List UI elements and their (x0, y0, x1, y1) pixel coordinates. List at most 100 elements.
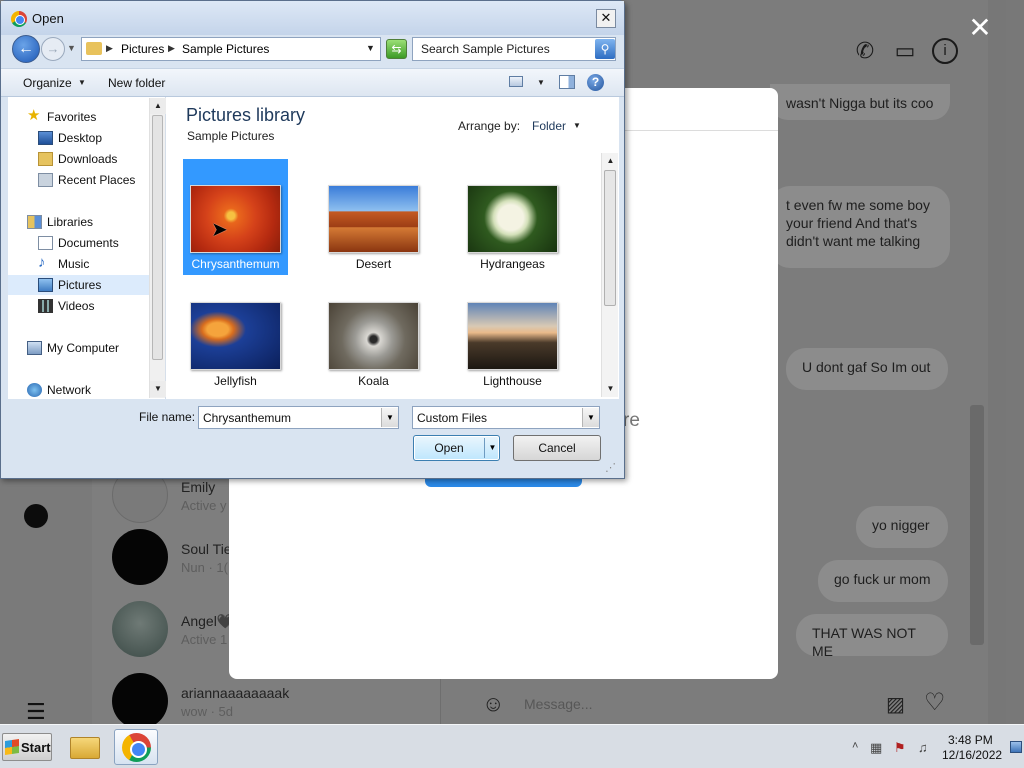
chevron-down-icon[interactable]: ▼ (486, 436, 499, 460)
breadcrumb-pictures[interactable]: Pictures (121, 42, 164, 56)
nav-scroll-thumb[interactable] (152, 115, 163, 360)
nav-item-videos[interactable]: Videos (38, 296, 148, 316)
start-button[interactable]: Start (2, 733, 52, 761)
resize-grip-icon[interactable]: ⋰ (605, 461, 619, 475)
image-upload-icon[interactable]: ▨ (886, 692, 905, 717)
message-bubble: go fuck ur mom (818, 560, 948, 602)
scroll-up-icon[interactable]: ▲ (150, 98, 166, 114)
heart-icon[interactable]: ♡ (924, 688, 946, 717)
nav-label: Desktop (58, 131, 103, 145)
info-icon[interactable]: i (932, 38, 958, 64)
chat-scrollbar[interactable] (988, 0, 1006, 724)
phone-icon[interactable]: ✆ (852, 38, 878, 64)
breadcrumb-sample-pictures[interactable]: Sample Pictures (182, 42, 269, 56)
nav-item-my-computer[interactable]: My Computer (27, 338, 147, 358)
nav-item-pictures[interactable]: Pictures (8, 275, 149, 295)
message-input[interactable]: Message... (524, 696, 592, 712)
file-thumbnail-chrysanthemum[interactable]: Chrysanthemum (183, 159, 288, 275)
recent-locations-dropdown[interactable]: ▼ (67, 43, 76, 53)
close-button[interactable]: ✕ (596, 9, 616, 28)
music-note-icon: ♪ (38, 254, 46, 271)
file-thumbnail-koala[interactable]: Koala (321, 276, 426, 392)
chevron-down-icon[interactable]: ▼ (573, 121, 581, 130)
file-thumbnail-jellyfish[interactable]: Jellyfish (183, 276, 288, 392)
windows-flag-icon (5, 739, 19, 755)
taskbar-chrome[interactable] (114, 729, 158, 765)
mouse-cursor-icon: ➤ (211, 219, 228, 241)
arrange-by-dropdown[interactable]: Folder (532, 119, 566, 133)
show-desktop-icon[interactable] (1010, 741, 1022, 753)
message-bubble: THAT WAS NOT ME (796, 614, 948, 659)
nav-item-libraries[interactable]: Libraries (27, 212, 147, 232)
search-input[interactable]: Search Sample Pictures ⚲ (412, 37, 616, 61)
nav-scrollbar[interactable]: ▲ ▼ (149, 98, 166, 398)
forward-arrow-icon[interactable]: → (41, 37, 65, 61)
star-icon: ★ (27, 107, 41, 124)
file-thumbnail-lighthouse[interactable]: Lighthouse (460, 276, 565, 392)
back-arrow-icon[interactable]: ← (12, 35, 40, 63)
show-hidden-icons-icon[interactable]: ˄ (852, 740, 858, 752)
chat-scroll-thumb[interactable] (970, 405, 984, 645)
dialog-titlebar[interactable]: Open ✕ (1, 1, 624, 35)
modal-primary-button[interactable] (425, 478, 582, 487)
file-type-value: Custom Files (417, 411, 488, 425)
address-bar[interactable]: ▶ Pictures ▶ Sample Pictures ▼ (81, 37, 381, 61)
nav-item-music[interactable]: ♪ Music (38, 254, 148, 274)
file-name: Jellyfish (214, 374, 257, 388)
chevron-down-icon[interactable]: ▼ (582, 408, 599, 427)
scroll-down-icon[interactable]: ▼ (602, 381, 619, 397)
file-name: Chrysanthemum (191, 257, 280, 271)
profile-icon[interactable] (24, 504, 48, 528)
navigation-pane: ★ Favorites Desktop Downloads Recent Pla… (8, 97, 166, 399)
chevron-down-icon[interactable]: ▼ (537, 78, 545, 87)
volume-icon[interactable]: ♫ (918, 740, 928, 755)
emoji-icon[interactable]: ☺ (482, 691, 504, 717)
file-thumbnail-desert[interactable]: Desert (321, 159, 426, 275)
new-folder-button[interactable]: New folder (108, 76, 165, 90)
scroll-up-icon[interactable]: ▲ (602, 153, 619, 169)
action-center-icon[interactable]: ⚑ (894, 740, 906, 756)
address-dropdown-icon[interactable]: ▼ (366, 43, 375, 53)
menu-icon[interactable]: ☰ (26, 701, 46, 723)
nav-item-downloads[interactable]: Downloads (38, 149, 148, 169)
organize-button[interactable]: Organize (23, 76, 72, 90)
cancel-button[interactable]: Cancel (513, 435, 601, 461)
file-scrollbar[interactable]: ▲ ▼ (601, 153, 618, 397)
nav-item-desktop[interactable]: Desktop (38, 128, 148, 148)
open-button[interactable]: Open ▼ (413, 435, 500, 461)
clock-time[interactable]: 3:48 PM (948, 733, 993, 747)
network-tray-icon[interactable]: ▦ (870, 740, 882, 756)
file-thumbnail-hydrangeas[interactable]: Hydrangeas (460, 159, 565, 275)
avatar (112, 601, 168, 657)
avatar (112, 529, 168, 585)
change-view-icon[interactable] (509, 76, 523, 87)
refresh-icon[interactable]: ⇆ (386, 39, 407, 59)
file-name-label: File name: (139, 410, 196, 424)
preview-pane-icon[interactable] (559, 75, 575, 89)
chevron-down-icon[interactable]: ▼ (78, 78, 86, 87)
open-button-label: Open (434, 441, 464, 455)
conversation-item[interactable]: ariannaaaaaaaak wow · 5d (112, 673, 432, 724)
chevron-down-icon[interactable]: ▼ (381, 408, 398, 427)
video-call-icon[interactable]: ▭ (892, 38, 918, 64)
conversation-name: Emily (181, 479, 216, 495)
image-preview (190, 185, 281, 253)
help-icon[interactable]: ? (587, 74, 604, 91)
nav-item-favorites[interactable]: ★ Favorites (27, 107, 147, 127)
taskbar-explorer[interactable] (66, 729, 106, 765)
conversation-name: ariannaaaaaaaak (181, 685, 290, 701)
breadcrumb-arrow-icon[interactable]: ▶ (168, 43, 175, 54)
nav-item-recent-places[interactable]: Recent Places (38, 170, 158, 190)
breadcrumb-arrow-icon[interactable]: ▶ (106, 43, 113, 54)
clock-date[interactable]: 12/16/2022 (942, 748, 1002, 762)
message-text: go fuck ur mom (834, 571, 931, 587)
file-scroll-thumb[interactable] (604, 170, 616, 306)
file-name-input[interactable]: Chrysanthemum ▼ (198, 406, 399, 429)
nav-item-network[interactable]: Network (27, 380, 147, 399)
file-type-select[interactable]: Custom Files ▼ (412, 406, 600, 429)
close-overlay-icon[interactable]: ✕ (966, 14, 994, 42)
scroll-down-icon[interactable]: ▼ (150, 381, 166, 397)
nav-item-documents[interactable]: Documents (38, 233, 148, 253)
search-icon[interactable]: ⚲ (595, 39, 615, 59)
open-file-dialog: Open ✕ ← → ▼ ▶ Pictures ▶ Sample Picture… (0, 0, 625, 479)
